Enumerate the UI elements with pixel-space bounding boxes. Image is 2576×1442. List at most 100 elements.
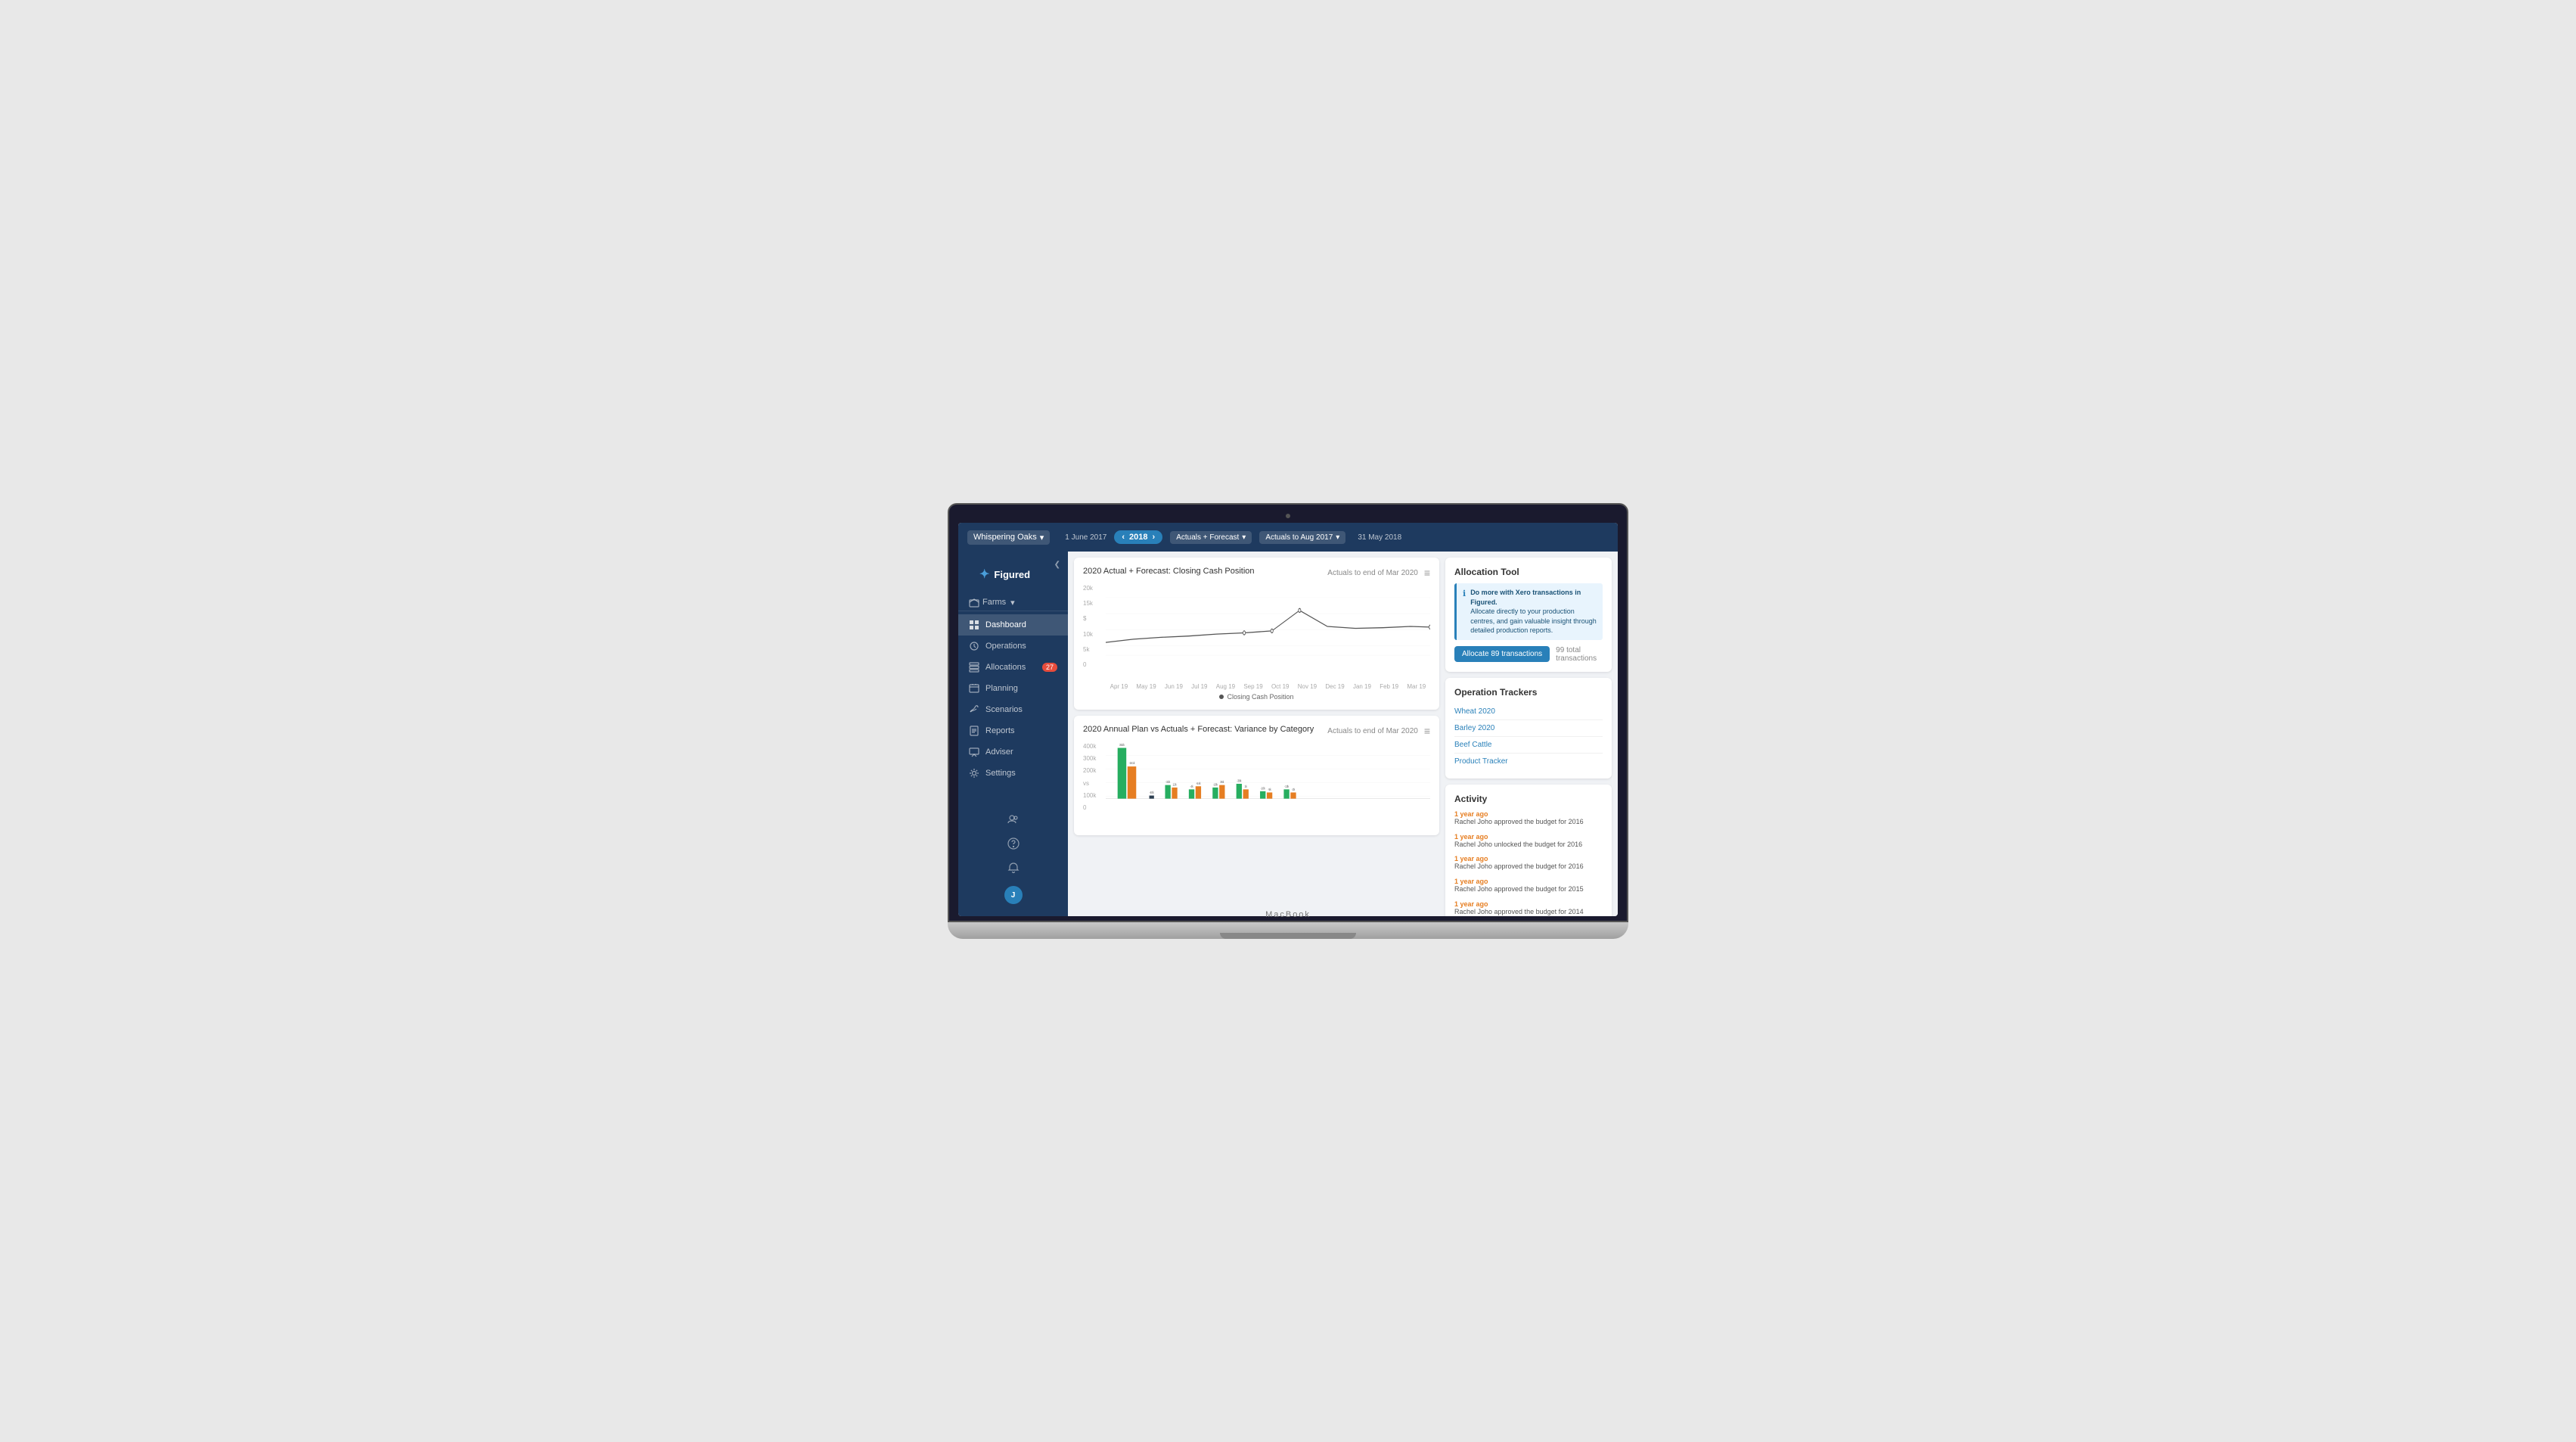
variance-chart: 2020 Annual Plan vs Actuals + Forecast: …	[1074, 716, 1439, 835]
tracker-barley-label: Barley 2020	[1454, 724, 1494, 732]
info-body: Allocate directly to your production cen…	[1470, 608, 1597, 634]
chart2-title: 2020 Annual Plan vs Actuals + Forecast: …	[1083, 725, 1314, 734]
sidebar-item-adviser[interactable]: Adviser	[958, 741, 1068, 763]
farms-dropdown-icon[interactable]: ▾	[1010, 598, 1015, 608]
prev-year-icon[interactable]: ‹	[1122, 533, 1125, 542]
avatar-initial: J	[1011, 891, 1016, 900]
line-chart-svg: .grid-line { stroke: #f0f0f0; stroke-wid…	[1106, 585, 1430, 668]
legend-dot	[1219, 695, 1224, 699]
chart1-header: 2020 Actual + Forecast: Closing Cash Pos…	[1083, 567, 1430, 579]
year-navigator[interactable]: ‹ 2018 ›	[1114, 530, 1162, 544]
sidebar-item-operations[interactable]: Operations	[958, 636, 1068, 657]
x-label-jan: Jan 19	[1353, 683, 1371, 690]
main-charts: 2020 Actual + Forecast: Closing Cash Pos…	[1074, 558, 1439, 910]
sidebar-label-adviser: Adviser	[985, 747, 1013, 757]
activity-time-1: 1 year ago	[1454, 810, 1603, 818]
forecast-mode-selector[interactable]: Actuals + Forecast ▾	[1170, 531, 1252, 544]
operation-trackers-card: Operation Trackers Wheat 2020 Barley 202…	[1445, 678, 1612, 778]
sidebar-item-settings[interactable]: Settings	[958, 763, 1068, 784]
farm-name: Whispering Oaks	[973, 533, 1037, 542]
laptop-wrapper: Whispering Oaks ▾ 1 June 2017 ‹ 2018 › A…	[948, 503, 1628, 939]
activity-section: 1 year ago Rachel Joho approved the budg…	[1454, 810, 1603, 916]
community-icon	[1007, 813, 1020, 825]
bar-chart-area: 400k 300k 200k vs 100k 0	[1083, 743, 1430, 826]
chart2-menu-icon[interactable]: ≡	[1424, 725, 1430, 737]
bar-chart-svg: 362k -161k -40k -32k	[1106, 743, 1430, 811]
svg-text:1k: 1k	[1245, 784, 1248, 788]
x-label-may: May 19	[1136, 683, 1156, 690]
x-label-dec: Dec 19	[1325, 683, 1344, 690]
actuals-period-selector[interactable]: Actuals to Aug 2017 ▾	[1259, 531, 1345, 544]
chart1-menu-icon[interactable]: ≡	[1424, 567, 1430, 579]
tracker-product-label: Product Tracker	[1454, 757, 1508, 766]
x-label-feb: Feb 19	[1380, 683, 1398, 690]
sidebar-label-operations: Operations	[985, 642, 1026, 651]
activity-title: Activity	[1454, 794, 1603, 804]
tracker-barley-2020[interactable]: Barley 2020	[1454, 720, 1603, 737]
allocation-info-banner: ℹ Do more with Xero transactions in Figu…	[1454, 583, 1603, 640]
x-axis-labels: Apr 19 May 19 Jun 19 Jul 19 Aug 19 Sep 1…	[1083, 683, 1430, 690]
sidebar-item-scenarios[interactable]: Scenarios	[958, 699, 1068, 720]
sidebar-header: ✦ Figured ❮	[958, 555, 1068, 594]
next-year-icon[interactable]: ›	[1153, 533, 1156, 542]
tracker-beef-cattle[interactable]: Beef Cattle	[1454, 737, 1603, 754]
sidebar-item-planning[interactable]: Planning	[958, 678, 1068, 699]
tracker-wheat-2020[interactable]: Wheat 2020	[1454, 704, 1603, 720]
activity-time-4: 1 year ago	[1454, 878, 1603, 885]
activity-time-3: 1 year ago	[1454, 855, 1603, 862]
allocation-tool-title: Allocation Tool	[1454, 567, 1603, 577]
help-icon-button[interactable]	[958, 831, 1068, 856]
chart1-title: 2020 Actual + Forecast: Closing Cash Pos…	[1083, 567, 1255, 576]
activity-card: Activity 1 year ago Rachel Joho approved…	[1445, 785, 1612, 916]
svg-text:12k: 12k	[1173, 782, 1178, 787]
planning-icon	[969, 683, 979, 694]
sidebar-item-dashboard[interactable]: Dashboard	[958, 614, 1068, 636]
adviser-icon	[969, 747, 979, 757]
sidebar-label-dashboard: Dashboard	[985, 620, 1026, 629]
settings-icon	[969, 768, 979, 778]
logo-icon: ✦	[979, 567, 989, 582]
svg-text:-64k: -64k	[1196, 781, 1201, 785]
collapse-sidebar-button[interactable]: ❮	[1054, 561, 1060, 569]
info-icon: ℹ	[1463, 589, 1466, 636]
notifications-icon-button[interactable]	[958, 856, 1068, 880]
svg-text:-4k: -4k	[1190, 784, 1193, 788]
laptop-screen: Whispering Oaks ▾ 1 June 2017 ‹ 2018 › A…	[948, 503, 1628, 922]
y-label-10k: 10k	[1083, 631, 1093, 638]
tracker-product-tracker[interactable]: Product Tracker	[1454, 754, 1603, 769]
laptop-base: MacBook	[948, 922, 1628, 939]
app-logo: ✦ Figured	[969, 561, 1041, 588]
svg-text:36k: 36k	[1220, 779, 1224, 784]
operations-icon	[969, 641, 979, 651]
user-avatar: J	[1004, 886, 1023, 904]
y-label-5k: 5k	[1083, 646, 1093, 653]
x-label-mar: Mar 19	[1407, 683, 1426, 690]
svg-text:-5k: -5k	[1268, 787, 1271, 791]
x-label-sep: Sep 19	[1243, 683, 1262, 690]
allocate-button[interactable]: Allocate 89 transactions	[1454, 646, 1550, 662]
x-label-oct: Oct 19	[1271, 683, 1290, 690]
sidebar-bottom: J	[958, 807, 1068, 916]
camera-dot	[1286, 514, 1290, 518]
sidebar-label-allocations: Allocations	[985, 663, 1026, 672]
sidebar-item-reports[interactable]: Reports	[958, 720, 1068, 741]
app-name: Figured	[994, 569, 1030, 580]
svg-text:-13k: -13k	[1284, 784, 1290, 788]
svg-text:-38k: -38k	[1237, 778, 1242, 783]
farm-selector[interactable]: Whispering Oaks ▾	[967, 530, 1050, 545]
sidebar-item-allocations[interactable]: Allocations 27	[958, 657, 1068, 678]
community-icon-button[interactable]	[958, 807, 1068, 831]
farms-row[interactable]: Farms ▾	[958, 594, 1068, 611]
screen-content: Whispering Oaks ▾ 1 June 2017 ‹ 2018 › A…	[958, 523, 1618, 916]
sidebar-label-settings: Settings	[985, 769, 1016, 778]
svg-text:-2k: -2k	[1292, 787, 1296, 791]
tracker-beef-label: Beef Cattle	[1454, 741, 1491, 749]
chart2-header: 2020 Annual Plan vs Actuals + Forecast: …	[1083, 725, 1430, 737]
activity-time-5: 1 year ago	[1454, 900, 1603, 908]
activity-item-2: 1 year ago Rachel Joho unlocked the budg…	[1454, 833, 1603, 850]
activity-text-1: Rachel Joho approved the budget for 2016	[1454, 818, 1603, 827]
activity-item-5: 1 year ago Rachel Joho approved the budg…	[1454, 900, 1603, 916]
avatar-button[interactable]: J	[958, 880, 1068, 910]
allocate-row: Allocate 89 transactions 99 total transa…	[1454, 646, 1603, 663]
activity-item-4: 1 year ago Rachel Joho approved the budg…	[1454, 878, 1603, 894]
